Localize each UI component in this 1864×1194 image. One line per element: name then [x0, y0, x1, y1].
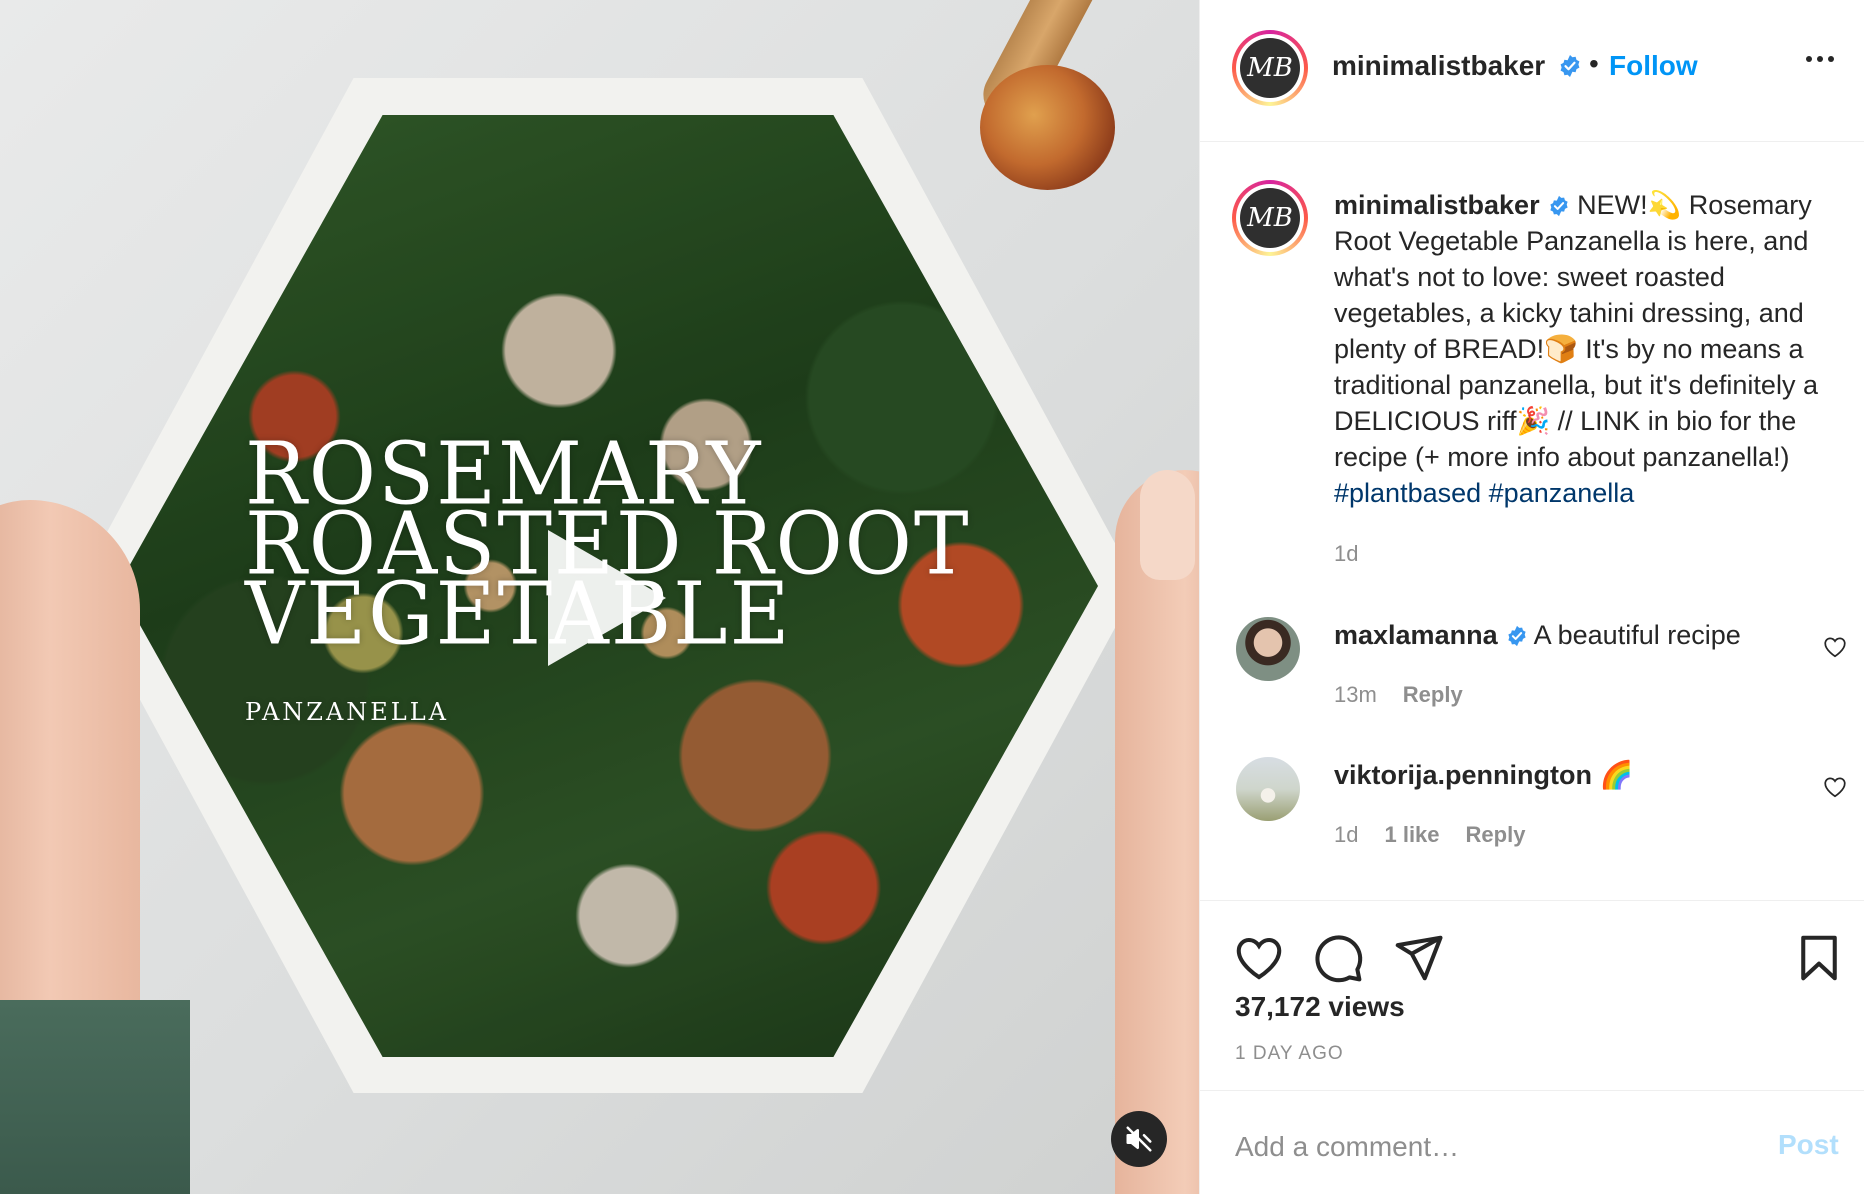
comment-meta: 13m Reply	[1334, 682, 1463, 708]
post-comment-button[interactable]: Post	[1778, 1129, 1839, 1161]
post-actions: 37,172 views 1 DAY AGO	[1200, 900, 1864, 1090]
author-avatar[interactable]: MB	[1232, 30, 1308, 106]
avatar-monogram: MB	[1240, 188, 1300, 248]
muted-speaker-icon	[1126, 1126, 1152, 1152]
comment-like-count[interactable]: 1 like	[1384, 822, 1439, 848]
comment-timestamp[interactable]: 13m	[1334, 682, 1377, 708]
post-media[interactable]: ROSEMARY ROASTED ROOT VEGETABLE PANZANEL…	[0, 0, 1199, 1194]
post-header: MB minimalistbaker • Follow	[1200, 0, 1864, 142]
comment-username[interactable]: maxlamanna	[1334, 620, 1498, 650]
hashtag-link[interactable]: #plantbased	[1334, 478, 1481, 508]
like-heart-icon[interactable]	[1232, 931, 1286, 985]
verified-badge-icon	[1560, 55, 1580, 77]
comment-body: A beautiful recipe	[1533, 620, 1741, 650]
caption: minimalistbaker NEW!💫 Rosemary Root Vege…	[1334, 187, 1849, 511]
comment-text-row: viktorija.pennington 🌈	[1334, 757, 1633, 793]
comment-text-row: maxlamanna A beautiful recipe	[1334, 617, 1741, 653]
reply-button[interactable]: Reply	[1403, 682, 1463, 708]
post-date[interactable]: 1 DAY AGO	[1235, 1043, 1344, 1065]
add-comment-input[interactable]	[1235, 1127, 1735, 1167]
save-bookmark-icon[interactable]	[1792, 931, 1846, 985]
author-username[interactable]: minimalistbaker	[1332, 50, 1545, 81]
verified-badge-icon	[1549, 195, 1568, 217]
overlay-subtitle: PANZANELLA	[245, 698, 450, 726]
caption-timestamp[interactable]: 1d	[1334, 541, 1358, 567]
mustard-spoon	[980, 65, 1115, 190]
caption-username[interactable]: minimalistbaker	[1334, 190, 1540, 220]
add-comment-bar: Post	[1200, 1090, 1864, 1194]
commenter-avatar[interactable]	[1236, 757, 1300, 821]
avatar-monogram: MB	[1240, 38, 1300, 98]
commenter-avatar[interactable]	[1236, 617, 1300, 681]
caption-author-avatar[interactable]: MB	[1232, 180, 1308, 256]
comment-meta: 1d 1 like Reply	[1334, 822, 1525, 848]
caption-body: NEW!💫 Rosemary Root Vegetable Panzanella…	[1334, 190, 1818, 472]
author-name-row: minimalistbaker	[1332, 50, 1582, 82]
play-icon[interactable]	[548, 530, 666, 666]
comment-body: 🌈	[1599, 760, 1634, 790]
comment-username[interactable]: viktorija.pennington	[1334, 760, 1592, 790]
follow-button[interactable]: Follow	[1609, 50, 1698, 82]
comment-timestamp[interactable]: 1d	[1334, 822, 1358, 848]
more-options-icon[interactable]	[1806, 56, 1834, 62]
sleeve	[0, 1000, 190, 1194]
view-count[interactable]: 37,172 views	[1235, 991, 1405, 1023]
separator-dot: •	[1589, 48, 1599, 79]
share-paper-plane-icon[interactable]	[1391, 931, 1445, 985]
hashtag-link[interactable]: #panzanella	[1489, 478, 1635, 508]
mute-button[interactable]	[1111, 1111, 1167, 1167]
like-comment-heart-icon[interactable]	[1822, 634, 1848, 660]
comment-bubble-icon[interactable]	[1311, 931, 1365, 985]
reply-button[interactable]: Reply	[1466, 822, 1526, 848]
right-thumb	[1140, 470, 1195, 580]
like-comment-heart-icon[interactable]	[1822, 774, 1848, 800]
post-sidebar: MB minimalistbaker • Follow MB minimalis…	[1199, 0, 1864, 1194]
verified-badge-icon	[1507, 625, 1526, 647]
